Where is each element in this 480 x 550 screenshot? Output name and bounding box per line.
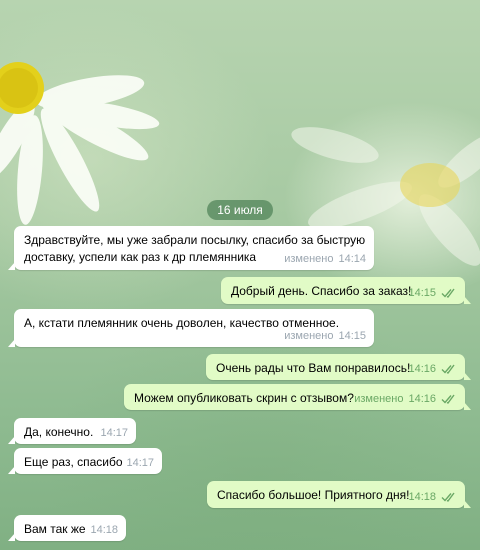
message-meta: 14:17: [126, 456, 154, 470]
message-time: 14:16: [408, 393, 436, 405]
edited-label: изменено: [284, 330, 334, 342]
message-text: Добрый день. Спасибо за заказ!: [231, 284, 412, 298]
message-bubble[interactable]: Да, конечно. 14:17: [8, 418, 136, 444]
edited-label: изменено: [284, 253, 334, 265]
message-time: 14:14: [338, 253, 366, 265]
message-time: 14:16: [408, 363, 436, 375]
message-bubble[interactable]: Здравствуйте, мы уже забрали посылку, сп…: [8, 226, 374, 270]
edited-label: изменено: [354, 393, 404, 405]
message-text: Спасибо большое! Приятного дня!: [217, 488, 410, 502]
message-time: 14:17: [126, 457, 154, 469]
message-bubble[interactable]: Вам так же 14:18: [8, 515, 126, 541]
message-text: Можем опубликовать скрин с отзывом?: [134, 391, 354, 405]
message-meta: изменено 14:14: [284, 252, 366, 266]
message-time: 14:18: [408, 491, 436, 503]
message-meta: 14:15: [408, 286, 457, 300]
message-text: Очень рады что Вам понравилось!: [216, 361, 411, 375]
double-check-icon: [441, 492, 455, 502]
message-text: Вам так же: [24, 522, 86, 536]
double-check-icon: [441, 288, 455, 298]
message-text: Да, конечно.: [24, 425, 94, 439]
message-meta: изменено 14:16: [354, 392, 457, 406]
message-bubble[interactable]: Добрый день. Спасибо за заказ! 14:15: [221, 277, 471, 304]
message-bubble[interactable]: А, кстати племянник очень доволен, качес…: [8, 309, 374, 347]
message-meta: изменено 14:15: [284, 329, 366, 343]
message-meta: 14:16: [408, 362, 457, 376]
message-meta: 14:17: [100, 426, 128, 440]
message-bubble[interactable]: Еще раз, спасибо 14:17: [8, 448, 162, 474]
double-check-icon: [441, 394, 455, 404]
message-time: 14:15: [338, 330, 366, 342]
message-bubble[interactable]: Можем опубликовать скрин с отзывом? изме…: [124, 384, 471, 410]
message-meta: 14:18: [408, 490, 457, 504]
message-meta: 14:18: [90, 523, 118, 537]
message-time: 14:17: [100, 427, 128, 439]
double-check-icon: [441, 364, 455, 374]
message-bubble[interactable]: Спасибо большое! Приятного дня! 14:18: [207, 481, 471, 508]
date-separator: 16 июля: [207, 200, 273, 220]
message-time: 14:18: [90, 524, 118, 536]
message-time: 14:15: [408, 287, 436, 299]
message-text: Еще раз, спасибо: [24, 455, 123, 469]
message-bubble[interactable]: Очень рады что Вам понравилось! 14:16: [206, 354, 471, 380]
